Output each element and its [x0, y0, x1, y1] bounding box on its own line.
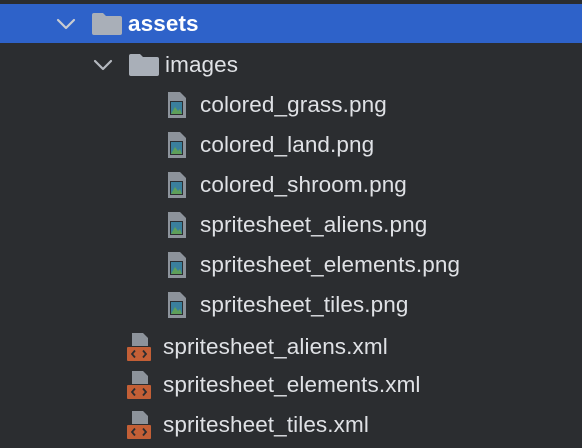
file-label: spritesheet_aliens.xml: [163, 334, 388, 359]
chevron-down-icon[interactable]: [93, 58, 113, 72]
tree-file-colored-land[interactable]: colored_land.png: [0, 125, 582, 165]
tree-file-spritesheet-tiles-png[interactable]: spritesheet_tiles.png: [0, 285, 582, 325]
tree-node-label: assets: [128, 10, 199, 36]
file-label: colored_grass.png: [200, 92, 387, 117]
folder-icon: [129, 54, 159, 76]
tree-node-images[interactable]: images: [0, 45, 582, 85]
tree-file-spritesheet-aliens-png[interactable]: spritesheet_aliens.png: [0, 205, 582, 245]
folder-icon: [92, 12, 122, 35]
file-label: colored_land.png: [200, 132, 375, 157]
xml-file-icon: [127, 333, 151, 361]
tree-file-spritesheet-elements-png[interactable]: spritesheet_elements.png: [0, 245, 582, 285]
tree-file-spritesheet-aliens-xml[interactable]: spritesheet_aliens.xml: [0, 327, 582, 367]
tree-node-assets[interactable]: assets: [0, 4, 582, 43]
image-file-icon: [168, 292, 186, 318]
image-file-icon: [168, 212, 186, 238]
xml-file-icon: [127, 411, 151, 439]
tree-file-spritesheet-elements-xml[interactable]: spritesheet_elements.xml: [0, 365, 582, 405]
image-file-icon: [168, 172, 186, 198]
tree-file-colored-shroom[interactable]: colored_shroom.png: [0, 165, 582, 205]
tree-node-label: images: [165, 52, 239, 77]
file-label: spritesheet_aliens.png: [200, 212, 428, 237]
file-label: spritesheet_tiles.xml: [163, 412, 369, 437]
image-file-icon: [168, 252, 186, 278]
tree-file-spritesheet-tiles-xml[interactable]: spritesheet_tiles.xml: [0, 405, 582, 445]
image-file-icon: [168, 92, 186, 118]
chevron-down-icon[interactable]: [56, 17, 76, 31]
project-tree: assets images colored_grass.png colored_…: [0, 0, 582, 448]
tree-file-colored-grass[interactable]: colored_grass.png: [0, 85, 582, 125]
file-label: colored_shroom.png: [200, 172, 407, 197]
file-label: spritesheet_elements.png: [200, 252, 461, 277]
file-label: spritesheet_tiles.png: [200, 292, 409, 317]
image-file-icon: [168, 132, 186, 158]
xml-file-icon: [127, 371, 151, 399]
file-label: spritesheet_elements.xml: [163, 372, 421, 397]
